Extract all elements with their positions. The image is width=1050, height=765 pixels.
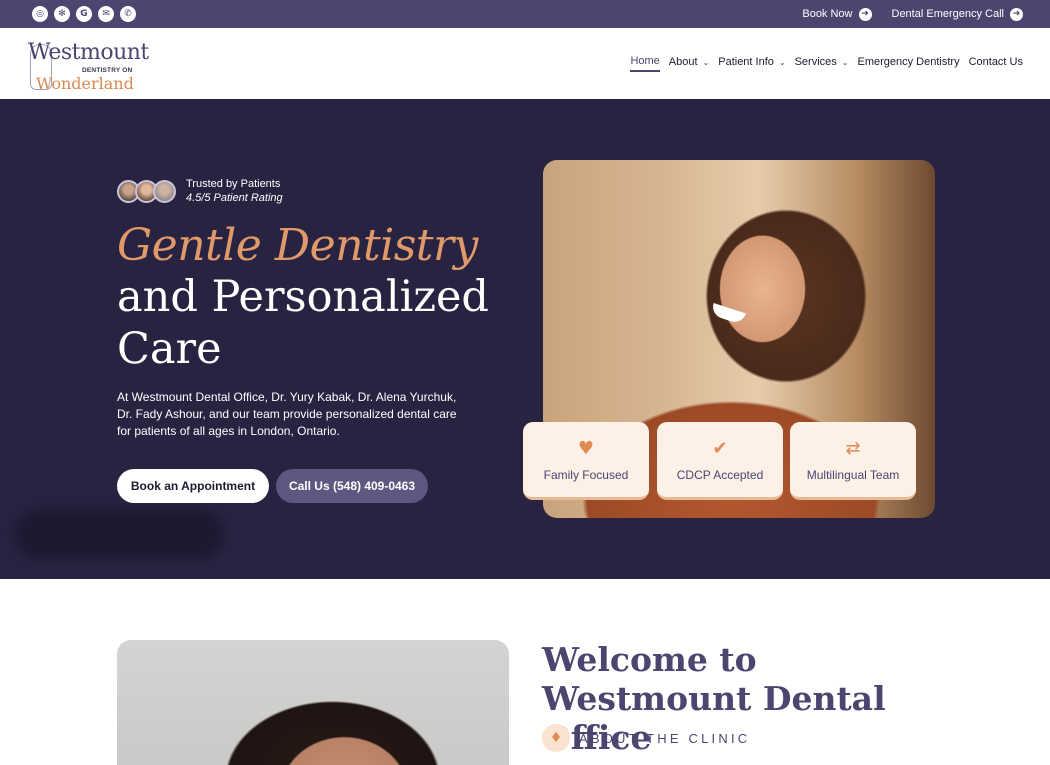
nav-services-label: Services <box>794 56 837 68</box>
nav-about[interactable]: About ⌄ <box>669 56 709 71</box>
main-nav: Home About ⌄ Patient Info ⌄ Services ⌄ Emer… <box>630 55 1023 72</box>
nav-contact-label: Contact Us <box>968 56 1023 68</box>
logo[interactable]: Westmount DENTISTRY ON Wonderland <box>28 36 149 93</box>
nav-home[interactable]: Home <box>630 55 660 72</box>
chevron-down-icon: ⌄ <box>702 57 710 67</box>
trust-badge: Trusted by Patients 4.5/5 Patient Rating <box>117 178 283 204</box>
feature-card-multilingual: ⇄ Multilingual Team <box>790 422 916 500</box>
avatar <box>153 179 176 203</box>
emergency-call-label: Dental Emergency Call <box>891 8 1005 20</box>
google-icon[interactable]: G <box>76 6 92 22</box>
trust-text: Trusted by Patients 4.5/5 Patient Rating <box>186 178 283 204</box>
about-clinic-label: ABOUT THE CLINIC <box>579 730 751 746</box>
about-clinic-row: ♦ ABOUT THE CLINIC <box>542 724 750 752</box>
site-header: Westmount DENTISTRY ON Wonderland Home A… <box>0 28 1050 99</box>
family-tooth-icon: ♥ <box>577 438 595 459</box>
yelp-icon[interactable]: ✻ <box>54 6 70 22</box>
hero-section: Trusted by Patients 4.5/5 Patient Rating… <box>0 99 1050 579</box>
chevron-down-icon: ⌄ <box>841 57 849 67</box>
social-links: ◎ ✻ G ✉ ✆ <box>32 6 136 22</box>
translate-icon: ⇄ <box>845 438 861 459</box>
nav-emergency[interactable]: Emergency Dentistry <box>857 56 959 71</box>
tooth-icon: ♦ <box>542 724 570 752</box>
hero-heading-main: and Personalized Care <box>117 272 489 374</box>
welcome-photo <box>117 640 509 765</box>
chevron-down-icon: ⌄ <box>778 57 786 67</box>
book-now-link[interactable]: Book Now ➜ <box>802 7 872 21</box>
top-bar: ◎ ✻ G ✉ ✆ Book Now ➜ Dental Emergency Ca… <box>0 0 1050 28</box>
logo-line2: DENTISTRY ON <box>82 66 133 74</box>
hero-description: At Westmount Dental Office, Dr. Yury Kab… <box>117 390 457 438</box>
trusted-label: Trusted by Patients <box>186 178 281 190</box>
feature-card-family: ♥ Family Focused <box>523 422 649 500</box>
logo-line3: Wonderland <box>36 73 134 93</box>
phone-icon[interactable]: ✆ <box>120 6 136 22</box>
patient-avatars <box>117 179 176 203</box>
feature-card-cdcp: ✔ CDCP Accepted <box>657 422 783 500</box>
decorative-shadow <box>14 509 224 559</box>
hero-heading-accent: Gentle Dentistry <box>117 220 478 271</box>
emergency-call-link[interactable]: Dental Emergency Call ➜ <box>891 7 1023 21</box>
tooth-check-icon: ✔ <box>712 438 728 459</box>
nav-home-label: Home <box>630 55 660 67</box>
nav-about-label: About <box>668 56 698 68</box>
arrow-right-icon: ➜ <box>1010 7 1023 21</box>
feature-label: Multilingual Team <box>806 467 900 482</box>
feature-label: Family Focused <box>543 467 629 482</box>
logo-line1: Westmount <box>28 39 149 65</box>
nav-contact[interactable]: Contact Us <box>969 56 1023 71</box>
arrow-right-icon: ➜ <box>858 7 872 21</box>
rating-label: 4.5/5 Patient Rating <box>186 192 283 204</box>
photo-detail <box>709 303 747 325</box>
nav-services[interactable]: Services ⌄ <box>795 56 849 71</box>
feature-label: CDCP Accepted <box>676 467 764 482</box>
email-icon[interactable]: ✉ <box>98 6 114 22</box>
top-links: Book Now ➜ Dental Emergency Call ➜ <box>802 7 1023 21</box>
book-now-label: Book Now <box>802 8 853 20</box>
nav-emergency-label: Emergency Dentistry <box>857 56 960 68</box>
book-appointment-button[interactable]: Book an Appointment <box>117 469 269 503</box>
nav-patient-info[interactable]: Patient Info ⌄ <box>718 56 785 71</box>
call-us-button[interactable]: Call Us (548) 409-0463 <box>276 469 428 503</box>
instagram-icon[interactable]: ◎ <box>32 6 48 22</box>
nav-patient-info-label: Patient Info <box>718 56 774 68</box>
